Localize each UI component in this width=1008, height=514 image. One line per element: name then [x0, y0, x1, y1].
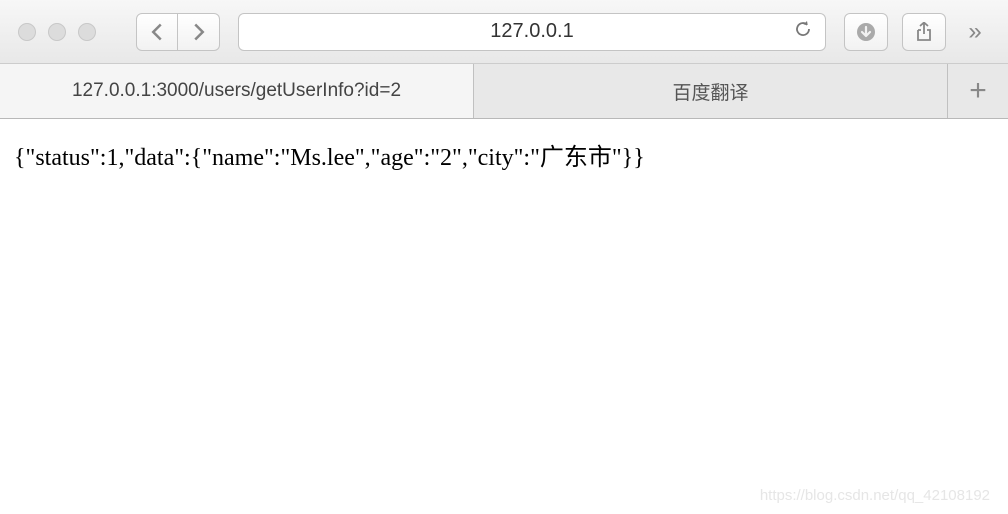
share-icon [915, 22, 933, 42]
browser-toolbar: 127.0.0.1 » [0, 0, 1008, 64]
forward-button[interactable] [178, 13, 220, 51]
tab-1[interactable]: 百度翻译 [474, 64, 948, 118]
tab-0[interactable]: 127.0.0.1:3000/users/getUserInfo?id=2 [0, 64, 474, 118]
minimize-window-button[interactable] [48, 23, 66, 41]
response-body: {"status":1,"data":{"name":"Ms.lee","age… [14, 145, 645, 171]
url-text: 127.0.0.1 [490, 20, 573, 43]
downloads-button[interactable] [844, 13, 888, 51]
new-tab-button[interactable]: + [948, 64, 1008, 118]
refresh-icon[interactable] [793, 19, 813, 44]
chevron-right-icon [192, 22, 206, 42]
traffic-lights [18, 23, 96, 41]
close-window-button[interactable] [18, 23, 36, 41]
url-bar[interactable]: 127.0.0.1 [238, 13, 826, 51]
tab-label: 127.0.0.1:3000/users/getUserInfo?id=2 [72, 80, 401, 102]
more-icon: » [968, 18, 981, 46]
tab-bar: 127.0.0.1:3000/users/getUserInfo?id=2 百度… [0, 64, 1008, 119]
back-button[interactable] [136, 13, 178, 51]
nav-buttons [136, 13, 220, 51]
download-icon [856, 22, 876, 42]
chevron-left-icon [150, 22, 164, 42]
plus-icon: + [969, 74, 987, 108]
share-button[interactable] [902, 13, 946, 51]
more-button[interactable]: » [960, 13, 990, 51]
maximize-window-button[interactable] [78, 23, 96, 41]
page-content: {"status":1,"data":{"name":"Ms.lee","age… [0, 119, 1008, 190]
watermark: https://blog.csdn.net/qq_42108192 [760, 487, 990, 504]
tab-label: 百度翻译 [672, 78, 748, 105]
